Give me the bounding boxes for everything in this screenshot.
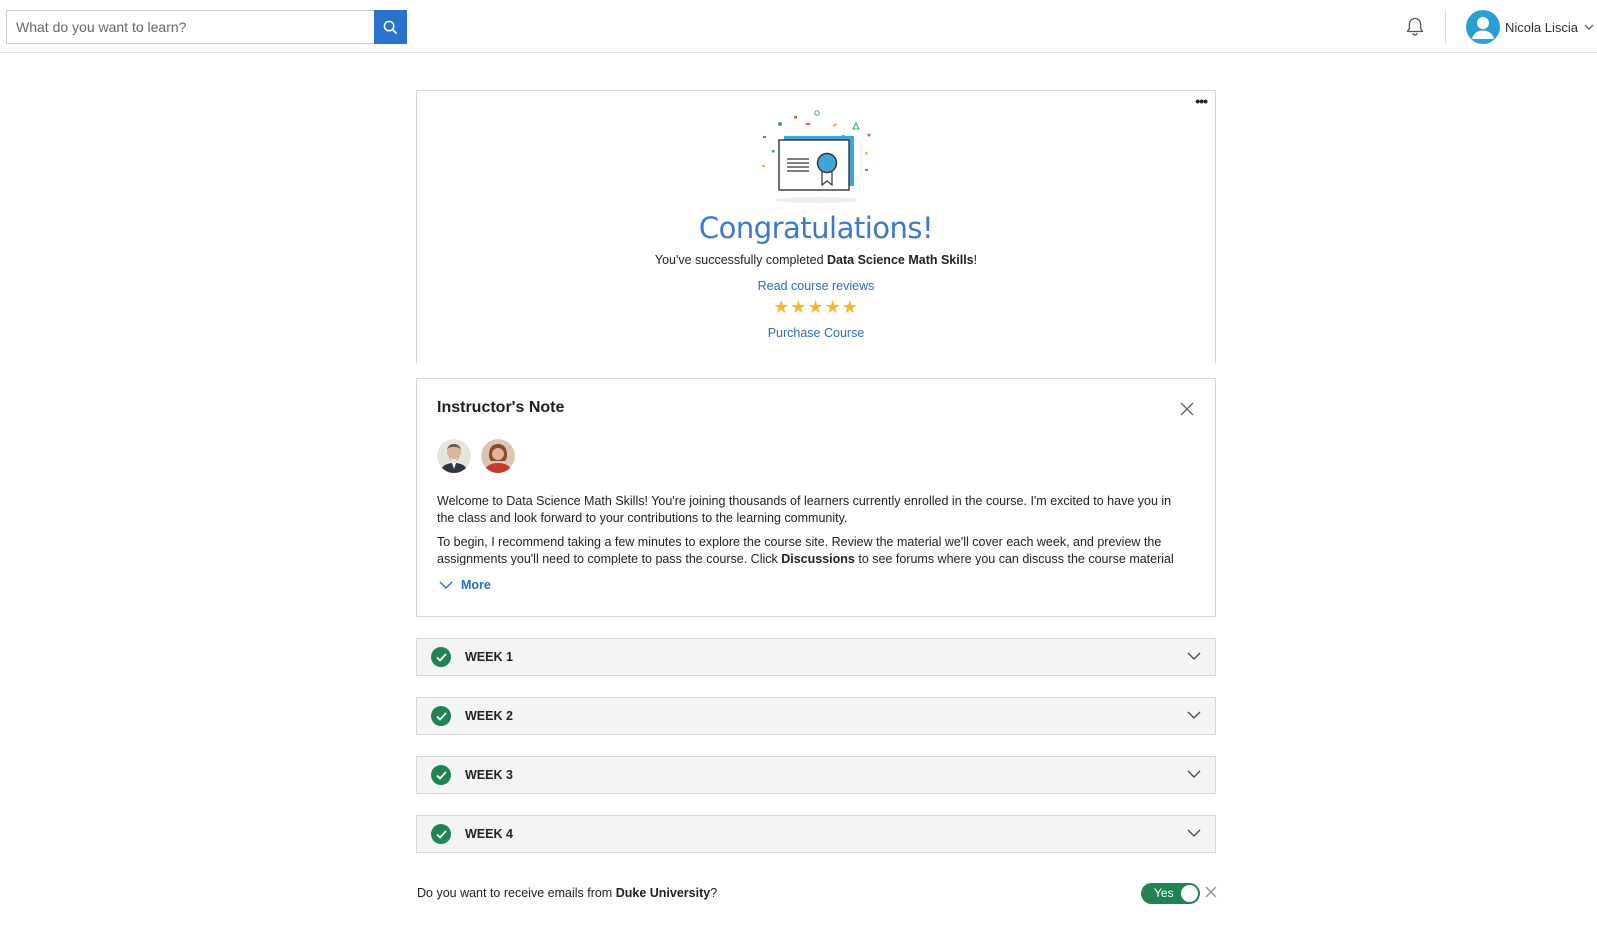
header-divider <box>1445 10 1446 43</box>
rating-stars[interactable]: ★★★★★ <box>417 297 1215 318</box>
avatar <box>1466 10 1500 44</box>
course-name: Data Science Math Skills <box>827 253 974 267</box>
completed-check-icon <box>431 706 451 726</box>
chevron-down-icon <box>1187 711 1201 719</box>
completed-check-icon <box>431 647 451 667</box>
email-opt-in-toggle[interactable]: Yes <box>1141 883 1200 904</box>
completed-check-icon <box>431 765 451 785</box>
read-reviews-link[interactable]: Read course reviews <box>758 279 875 293</box>
instructors-note-card: Instructor's Note Welcome to Data Scienc… <box>416 378 1216 617</box>
chevron-down-icon <box>1187 770 1201 778</box>
chevron-down-icon <box>439 581 453 589</box>
week-3-row[interactable]: WEEK 3 <box>416 756 1216 794</box>
user-menu[interactable]: Nicola Liscia <box>1466 10 1594 44</box>
more-options-icon[interactable]: ••• <box>1195 94 1208 108</box>
show-more-button[interactable]: More <box>439 578 491 592</box>
search-button[interactable] <box>374 10 407 44</box>
chevron-down-icon <box>1187 829 1201 837</box>
show-more-label: More <box>461 578 491 592</box>
purchase-course-link[interactable]: Purchase Course <box>768 326 865 340</box>
completion-message: You've successfully completed Data Scien… <box>417 253 1215 267</box>
note-paragraph: To begin, I recommend taking a few minut… <box>437 534 1187 565</box>
notification-bell-icon[interactable] <box>1404 16 1426 38</box>
completion-message-prefix: You've successfully completed <box>654 253 828 267</box>
toggle-label: Yes <box>1154 886 1174 900</box>
toggle-knob <box>1181 885 1198 902</box>
university-name: Duke University <box>615 886 711 900</box>
week-label: WEEK 3 <box>465 768 513 782</box>
top-bar: Nicola Liscia <box>0 0 1597 53</box>
week-label: WEEK 4 <box>465 827 513 841</box>
week-1-row[interactable]: WEEK 1 <box>416 638 1216 676</box>
week-4-row[interactable]: WEEK 4 <box>416 815 1216 853</box>
discussions-emphasis: Discussions <box>781 551 855 566</box>
note-title: Instructor's Note <box>437 399 565 416</box>
certificate-icon <box>762 110 871 203</box>
email-opt-in-question: Do you want to receive emails from Duke … <box>417 886 717 900</box>
completed-check-icon <box>431 824 451 844</box>
dismiss-icon[interactable] <box>1205 886 1217 898</box>
email-question-suffix: ? <box>710 886 718 900</box>
instructor-avatar[interactable] <box>437 439 471 473</box>
week-label: WEEK 2 <box>465 709 513 723</box>
week-label: WEEK 1 <box>465 650 513 664</box>
search-input[interactable] <box>6 10 374 44</box>
chevron-down-icon <box>1584 24 1594 30</box>
instructor-avatar[interactable] <box>481 439 515 473</box>
chevron-down-icon <box>1187 652 1201 660</box>
note-body: Welcome to Data Science Math Skills! You… <box>437 493 1187 565</box>
user-icon <box>1472 17 1494 39</box>
search-icon <box>383 20 398 34</box>
close-icon[interactable] <box>1179 401 1195 417</box>
email-question-prefix: Do you want to receive emails from <box>417 886 616 900</box>
search-bar <box>6 10 407 44</box>
completion-message-suffix: ! <box>973 253 978 267</box>
instructor-avatars <box>437 439 515 473</box>
note-paragraph: Welcome to Data Science Math Skills! You… <box>437 494 1172 525</box>
congratulations-title: Congratulations! <box>698 211 934 245</box>
week-2-row[interactable]: WEEK 2 <box>416 697 1216 735</box>
completion-card: ••• Congratulations! You've successfully… <box>416 90 1216 363</box>
user-name: Nicola Liscia <box>1505 19 1578 35</box>
